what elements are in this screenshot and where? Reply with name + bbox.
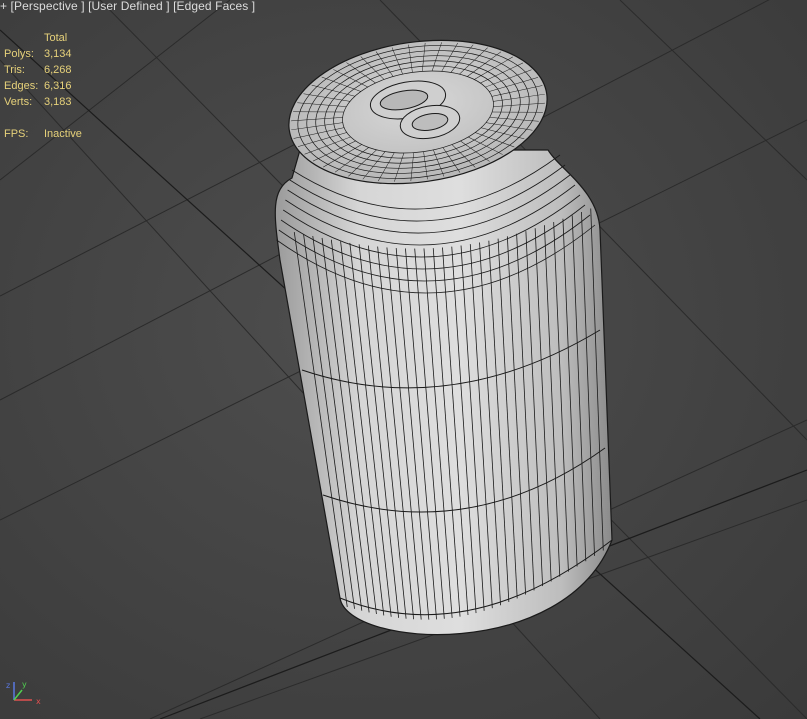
viewport-plus-menu[interactable]: + <box>0 0 7 13</box>
stats-row-polys: Polys: 3,134 <box>4 48 72 60</box>
xyz-gizmo-icon: z x y <box>6 680 41 706</box>
viewport-shading-menu[interactable]: [User Defined ] <box>88 0 170 13</box>
viewport-edges-menu[interactable]: [Edged Faces ] <box>173 0 255 13</box>
viewport-label-menu: + [Perspective ] [User Defined ] [Edged … <box>0 0 255 13</box>
stats-row-edges: Edges: 6,316 <box>4 80 72 92</box>
svg-text:y: y <box>22 680 27 689</box>
stats-row-fps: FPS: Inactive <box>4 128 82 140</box>
statistics-overlay: Total Polys: 3,134 Tris: 6,268 Edges: 6,316… <box>4 30 82 142</box>
stats-row-tris: Tris: 6,268 <box>4 64 72 76</box>
viewport-view-menu[interactable]: [Perspective ] <box>11 0 85 13</box>
stats-row-verts: Verts: 3,183 <box>4 96 72 108</box>
perspective-viewport[interactable]: + [Perspective ] [User Defined ] [Edged … <box>0 0 807 719</box>
viewport-scene <box>0 0 807 719</box>
stats-header: Total <box>44 32 68 44</box>
svg-text:z: z <box>6 681 10 690</box>
soda-can-mesh <box>274 39 613 636</box>
svg-text:x: x <box>36 697 41 706</box>
